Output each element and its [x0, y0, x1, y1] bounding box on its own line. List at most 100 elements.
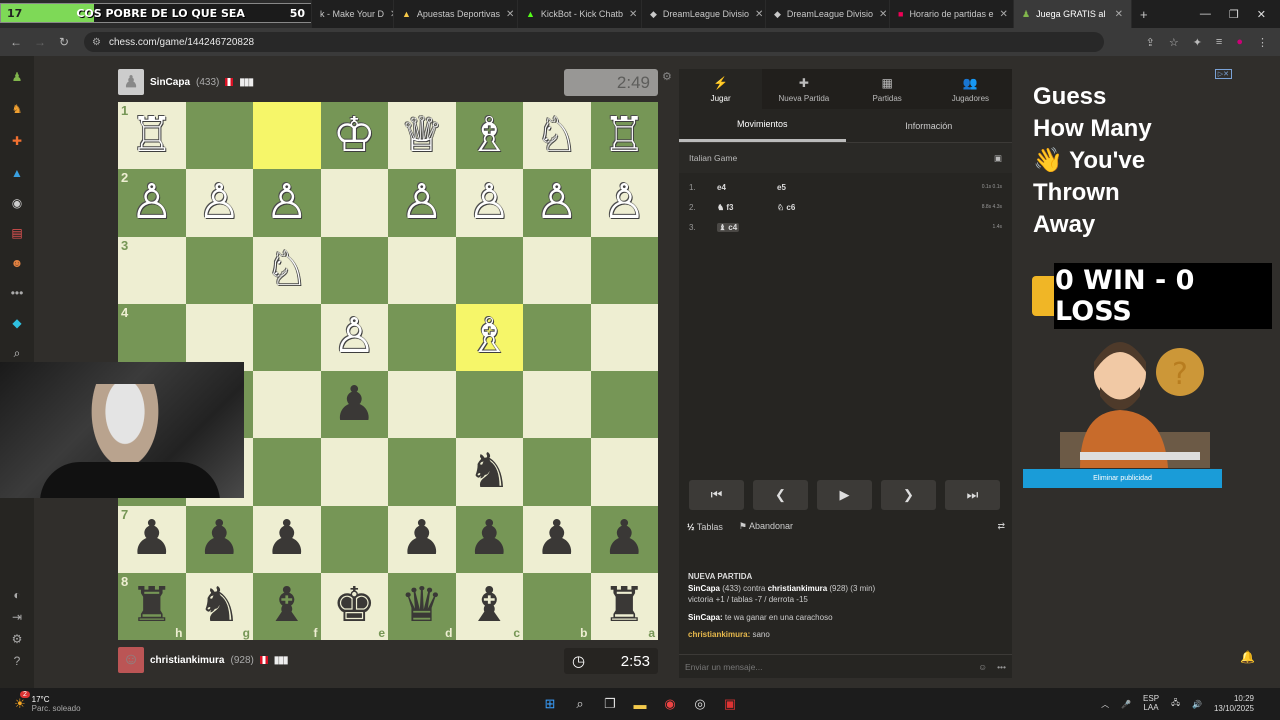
media-icon[interactable]: ≡	[1216, 36, 1222, 49]
board-square[interactable]: 1 ♖	[118, 102, 186, 170]
avatar[interactable]: ♟	[118, 69, 144, 95]
board-square[interactable]	[388, 303, 456, 371]
previous-move-button[interactable]: ❮	[753, 480, 808, 510]
board-square[interactable]: ♗	[455, 102, 523, 170]
reload-icon[interactable]: ↻	[52, 35, 76, 49]
chess-piece[interactable]: ♙	[468, 178, 511, 227]
collapse-icon[interactable]: ⇥	[8, 608, 26, 626]
board-square[interactable]: ♟	[523, 505, 591, 573]
tab-2[interactable]: ▲ Apuestas Deportivas ✕	[394, 0, 518, 28]
board-square[interactable]: ♟	[455, 505, 523, 573]
chess-piece[interactable]: ♜	[130, 582, 173, 630]
board-square[interactable]: 8 h ♜	[118, 572, 186, 640]
board-square[interactable]	[320, 505, 388, 573]
board-square[interactable]	[253, 303, 321, 371]
board-square[interactable]	[590, 438, 658, 506]
board-square[interactable]	[523, 236, 591, 304]
chess-piece[interactable]: ♛	[400, 582, 443, 630]
board-square[interactable]: c ♝	[455, 572, 523, 640]
watch-icon[interactable]: ◉	[8, 194, 26, 212]
tab-6[interactable]: ■ Horario de partidas e ✕	[890, 0, 1014, 28]
play-icon[interactable]: ♞	[8, 100, 26, 118]
chesscom-logo-icon[interactable]: ♟	[8, 68, 26, 86]
board-square[interactable]: 2 ♙	[118, 169, 186, 237]
chess-piece[interactable]: ♙	[198, 178, 241, 227]
subtab-informacion[interactable]: Información	[846, 109, 1013, 142]
profile-avatar[interactable]: ●	[1236, 36, 1243, 49]
app-icon[interactable]: ▣	[720, 694, 740, 714]
chess-piece[interactable]: ♕	[400, 111, 443, 160]
chess-piece[interactable]: ♚	[333, 582, 376, 630]
more-options-icon[interactable]: •••	[997, 662, 1006, 672]
tab-7-active[interactable]: ♟ Juega GRATIS al ✕	[1014, 0, 1132, 28]
diamond-icon[interactable]: ◆	[8, 314, 26, 332]
board-square[interactable]: ♙	[590, 169, 658, 237]
chess-piece[interactable]: ♘	[265, 246, 308, 294]
board-square[interactable]	[185, 102, 253, 170]
tab-jugadores[interactable]: 👥 Jugadores	[929, 69, 1012, 109]
close-icon[interactable]: ✕	[999, 9, 1007, 20]
draw-button[interactable]: ½ Tablas	[687, 522, 723, 532]
restore-icon[interactable]: ❐	[1229, 8, 1239, 21]
board-square[interactable]	[320, 236, 388, 304]
site-info-icon[interactable]: ⚙	[92, 37, 101, 48]
minimize-icon[interactable]: —	[1200, 8, 1211, 21]
board-square[interactable]: g ♞	[185, 572, 253, 640]
next-move-button[interactable]: ❯	[881, 480, 936, 510]
clock[interactable]: 10:29 13/10/2025	[1214, 694, 1254, 715]
chess-piece[interactable]: ♙	[603, 178, 646, 227]
board-square[interactable]	[253, 371, 321, 439]
learn-icon[interactable]: ▲	[8, 164, 26, 182]
chess-piece[interactable]: ♙	[130, 178, 173, 227]
chess-piece[interactable]: ♝	[265, 582, 308, 630]
tab-jugar[interactable]: ⚡ Jugar	[679, 69, 763, 109]
tab-3[interactable]: ▲ KickBot - Kick Chatb ✕	[518, 0, 642, 28]
avatar[interactable]: ☺	[118, 647, 144, 673]
chess-piece[interactable]: ♞	[468, 447, 511, 496]
windows-start-icon[interactable]: ⊞	[540, 694, 560, 714]
board-square[interactable]	[523, 303, 591, 371]
board-square[interactable]: ♟	[388, 505, 456, 573]
chess-piece[interactable]: ♗	[468, 313, 511, 361]
tab-stream-overlay[interactable]: 17 COS POBRE DE LO QUE SEA 50	[0, 0, 312, 28]
tab-partidas[interactable]: ▦ Partidas	[846, 69, 929, 109]
chess-piece[interactable]: ♟	[198, 515, 241, 563]
adchoices-icon[interactable]: ▷✕	[1214, 69, 1232, 79]
board-square[interactable]	[523, 438, 591, 506]
board-square[interactable]	[590, 371, 658, 439]
player-name[interactable]: christiankimura	[150, 655, 224, 666]
url-field[interactable]: ⚙ chess.com/game/144246720828	[84, 32, 1104, 52]
board-square[interactable]: ♙	[523, 169, 591, 237]
chess-piece[interactable]: ♖	[130, 111, 173, 160]
opening-name[interactable]: Italian Game	[689, 153, 737, 163]
language-indicator[interactable]: ESP LAA	[1143, 694, 1159, 713]
player-name[interactable]: SinCapa	[150, 77, 190, 88]
search-icon[interactable]: ⌕	[570, 694, 590, 714]
emoji-icon[interactable]: ☺	[978, 662, 987, 672]
forward-icon[interactable]: →	[28, 35, 52, 49]
board-square[interactable]	[253, 438, 321, 506]
chess-piece[interactable]: ♙	[333, 313, 376, 361]
theme-toggle-icon[interactable]: ◐	[8, 586, 26, 604]
menu-icon[interactable]: ⋮	[1257, 36, 1268, 49]
chess-piece[interactable]: ♙	[400, 178, 443, 227]
flip-board-icon[interactable]: ⇄	[997, 521, 1005, 532]
resign-button[interactable]: ⚑ Abandonar	[739, 521, 793, 532]
board-square[interactable]: ♖	[590, 102, 658, 170]
first-move-button[interactable]: ⏮	[689, 480, 744, 510]
bookmark-star-icon[interactable]: ☆	[1169, 36, 1179, 49]
board-square[interactable]: ♙	[185, 169, 253, 237]
board-square[interactable]: b	[523, 572, 591, 640]
board-square[interactable]: a ♜	[590, 572, 658, 640]
tab-1[interactable]: k - Make Your D✕	[312, 0, 394, 28]
board-square[interactable]	[590, 236, 658, 304]
board-square[interactable]: ♙	[320, 303, 388, 371]
extensions-icon[interactable]: ✦	[1193, 36, 1202, 49]
tab-4[interactable]: ◆ DreamLeague Divisio ✕	[642, 0, 766, 28]
board-square[interactable]	[185, 236, 253, 304]
close-icon[interactable]: ✕	[879, 9, 887, 20]
board-square[interactable]: ♟	[253, 505, 321, 573]
chrome-icon[interactable]: ◉	[660, 694, 680, 714]
window-close-icon[interactable]: ✕	[1257, 8, 1266, 21]
board-square[interactable]: 7 ♟	[118, 505, 186, 573]
